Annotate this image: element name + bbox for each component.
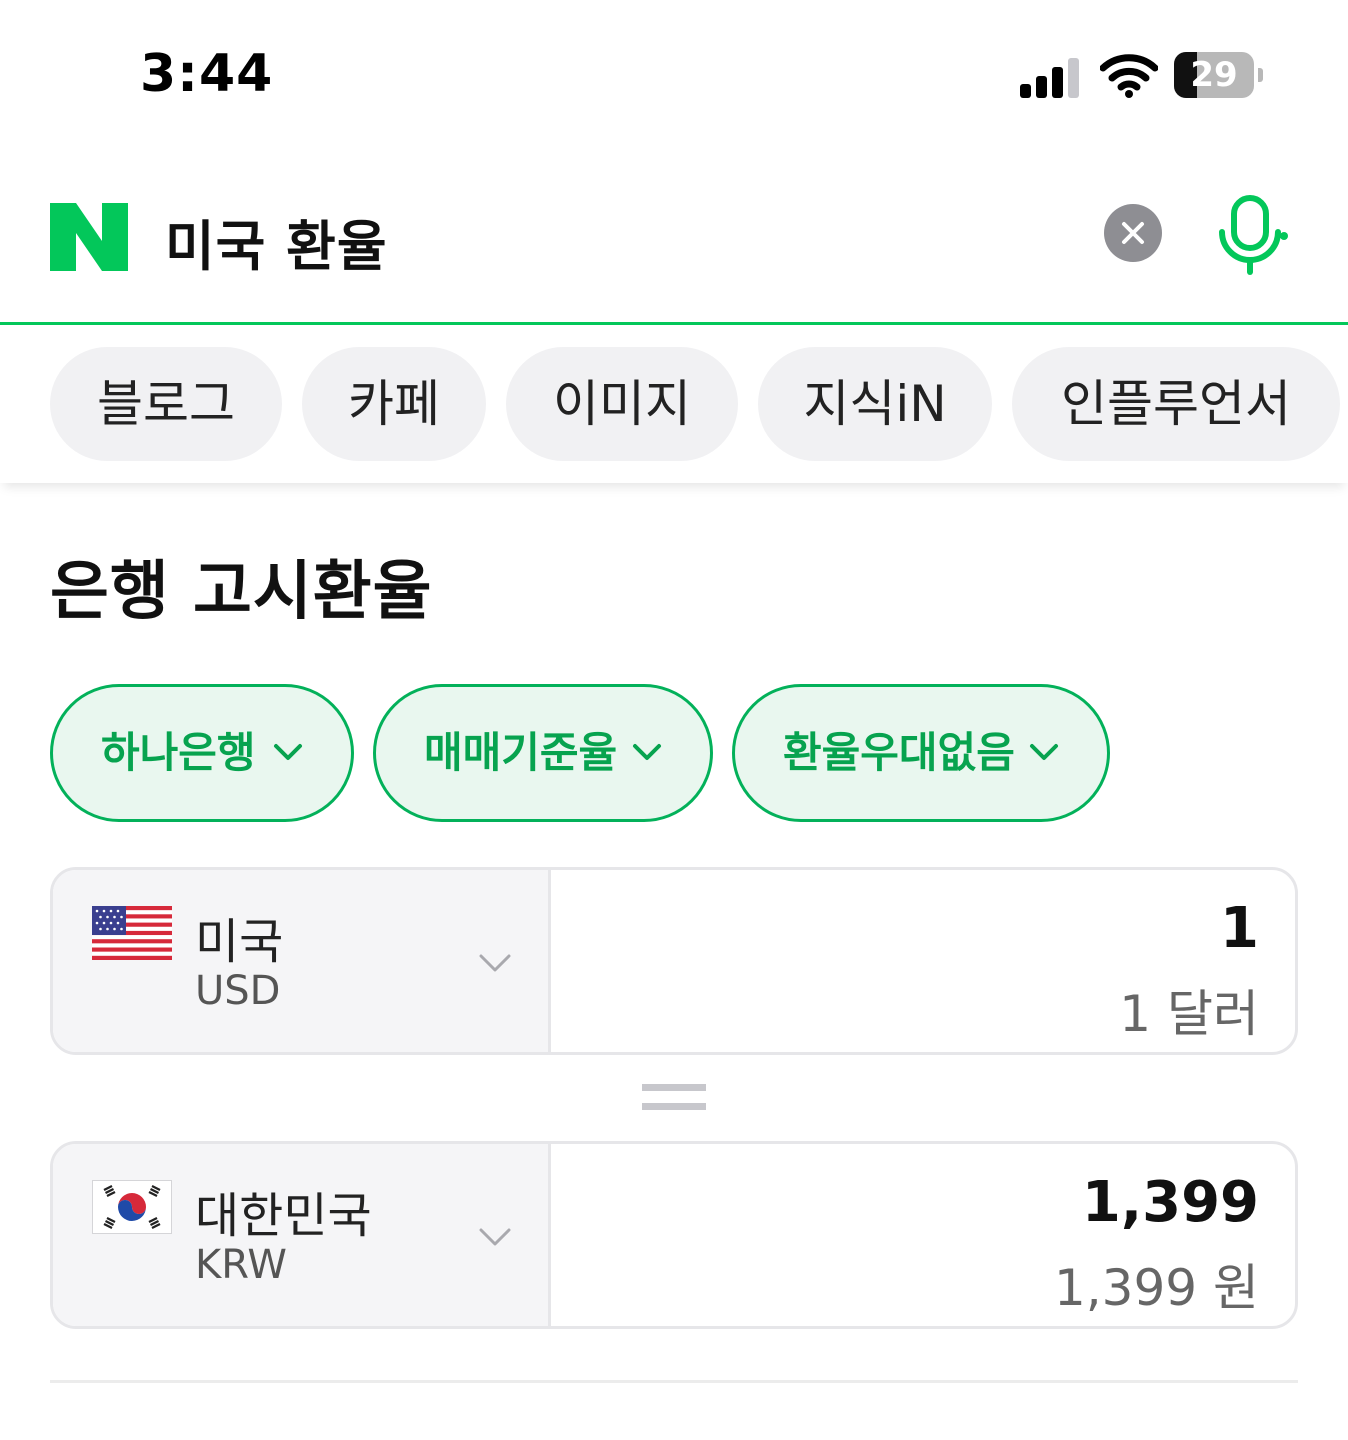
from-currency-row: 미국 USD 1 1 달러 <box>50 867 1298 1055</box>
battery-body: 29 <box>1174 52 1254 98</box>
to-currency-code: KRW <box>195 1242 287 1288</box>
battery-icon: 29 <box>1174 52 1264 100</box>
equals-icon <box>642 1084 706 1110</box>
from-currency-code: USD <box>195 968 281 1014</box>
to-currency-select[interactable]: 대한민국 KRW <box>53 1144 551 1326</box>
from-amount-text: 1 달러 <box>1119 985 1259 1043</box>
cellular-signal-icon <box>1020 58 1079 98</box>
category-tabs: 블로그 카페 이미지 지식iN 인플루언서 <box>0 325 1348 483</box>
tab-kin[interactable]: 지식iN <box>758 347 992 461</box>
to-country-name: 대한민국 <box>195 1188 372 1244</box>
tab-blog[interactable]: 블로그 <box>50 347 282 461</box>
us-flag-icon <box>92 906 172 960</box>
battery-cap <box>1258 68 1263 82</box>
to-amount-input[interactable]: 1,399 1,399 원 <box>554 1144 1295 1326</box>
tab-image[interactable]: 이미지 <box>506 347 738 461</box>
close-icon <box>1122 222 1144 244</box>
rate-type-filter-chip[interactable]: 매매기준율 <box>373 684 713 822</box>
from-currency-select[interactable]: 미국 USD <box>53 870 551 1052</box>
chip-label: 매매기준율 <box>424 728 618 777</box>
section-title: 은행 고시환율 <box>50 555 433 629</box>
from-country-name: 미국 <box>195 914 284 970</box>
korea-flag-icon <box>92 1180 172 1234</box>
wifi-icon <box>1100 54 1158 98</box>
from-amount-value: 1 <box>1220 896 1259 961</box>
preferential-rate-filter-chip[interactable]: 환율우대없음 <box>732 684 1110 822</box>
microphone-icon[interactable] <box>1214 194 1290 276</box>
clear-search-button[interactable] <box>1104 204 1162 262</box>
chip-label: 하나은행 <box>101 728 256 777</box>
status-time: 3:44 <box>140 44 274 104</box>
to-amount-value: 1,399 <box>1081 1170 1259 1235</box>
from-amount-input[interactable]: 1 1 달러 <box>554 870 1295 1052</box>
naver-logo[interactable] <box>50 203 128 271</box>
chip-label: 환율우대없음 <box>783 728 1015 777</box>
bank-filter-chip[interactable]: 하나은행 <box>50 684 354 822</box>
to-currency-row: 대한민국 KRW 1,399 1,399 원 <box>50 1141 1298 1329</box>
tab-cafe[interactable]: 카페 <box>302 347 486 461</box>
chevron-down-icon <box>274 744 302 760</box>
chevron-down-icon <box>479 954 511 972</box>
chevron-down-icon <box>479 1228 511 1246</box>
search-header: 미국 환율 <box>0 150 1348 325</box>
search-input[interactable]: 미국 환율 <box>165 202 388 281</box>
chevron-down-icon <box>633 744 661 760</box>
to-amount-text: 1,399 원 <box>1053 1259 1259 1317</box>
section-divider <box>50 1380 1298 1383</box>
status-bar: 3:44 29 <box>0 0 1348 150</box>
battery-level: 29 <box>1190 55 1238 95</box>
chevron-down-icon <box>1030 744 1058 760</box>
tab-influencer[interactable]: 인플루언서 <box>1012 347 1340 461</box>
